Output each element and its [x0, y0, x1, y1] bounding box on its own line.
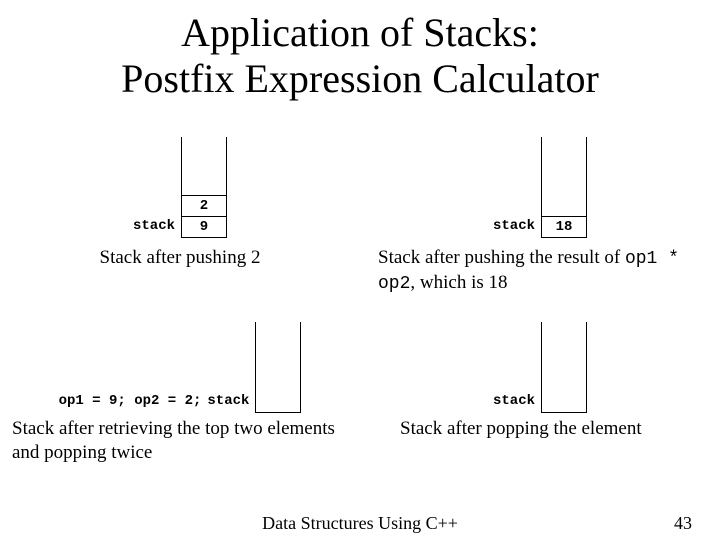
- figure-3: op1 = 9; op2 = 2; stack: [0, 313, 360, 413]
- page-number: 43: [674, 513, 692, 534]
- figure-4: stack: [360, 313, 720, 413]
- stack-label: stack: [207, 393, 249, 409]
- slide-title: Application of Stacks: Postfix Expressio…: [0, 0, 720, 102]
- caption-text: Stack after retrieving the top two eleme…: [12, 418, 335, 439]
- stack-label: stack: [133, 218, 175, 234]
- variables-text: op1 = 9; op2 = 2;: [59, 393, 202, 409]
- fig1-diagram: stack 2 9: [0, 128, 360, 238]
- code-span: op1 *: [625, 249, 679, 269]
- stack-item: 18: [542, 216, 586, 237]
- code-span: op2: [378, 274, 410, 294]
- title-line-1: Application of Stacks:: [0, 10, 720, 56]
- row-2-captions: Stack after retrieving the top two eleme…: [0, 413, 720, 465]
- fig2-caption: Stack after pushing the result of op1 * …: [360, 238, 720, 295]
- fig3-diagram: op1 = 9; op2 = 2; stack: [0, 313, 360, 413]
- stack-box: 2 9: [181, 137, 227, 238]
- fig4-diagram: stack: [360, 313, 720, 413]
- stack-box-empty: [255, 322, 301, 413]
- footer-text: Data Structures Using C++: [0, 513, 720, 534]
- title-line-2: Postfix Expression Calculator: [0, 56, 720, 102]
- content-area: stack 2 9 Stack after pushing 2 stack 18…: [0, 128, 720, 465]
- fig4-caption: Stack after popping the element: [360, 413, 720, 441]
- caption-text: , which is 18: [410, 272, 507, 293]
- stack-item: 9: [182, 216, 226, 237]
- fig1-caption: Stack after pushing 2: [0, 238, 360, 270]
- fig3-caption-cell: Stack after retrieving the top two eleme…: [0, 413, 360, 465]
- fig4-caption-cell: Stack after popping the element: [360, 413, 720, 465]
- stack-item: 2: [182, 195, 226, 216]
- stack-box-empty: [541, 322, 587, 413]
- row-2: op1 = 9; op2 = 2; stack stack: [0, 313, 720, 413]
- fig2-diagram: stack 18: [360, 128, 720, 238]
- stack-box: 18: [541, 137, 587, 238]
- row-1: stack 2 9 Stack after pushing 2 stack 18…: [0, 128, 720, 295]
- stack-label: stack: [493, 218, 535, 234]
- stack-label: stack: [493, 393, 535, 409]
- fig3-caption: Stack after retrieving the top two eleme…: [0, 413, 360, 465]
- figure-2: stack 18 Stack after pushing the result …: [360, 128, 720, 295]
- figure-1: stack 2 9 Stack after pushing 2: [0, 128, 360, 295]
- caption-text: and popping twice: [12, 442, 152, 463]
- caption-text: Stack after pushing the result of: [378, 247, 625, 268]
